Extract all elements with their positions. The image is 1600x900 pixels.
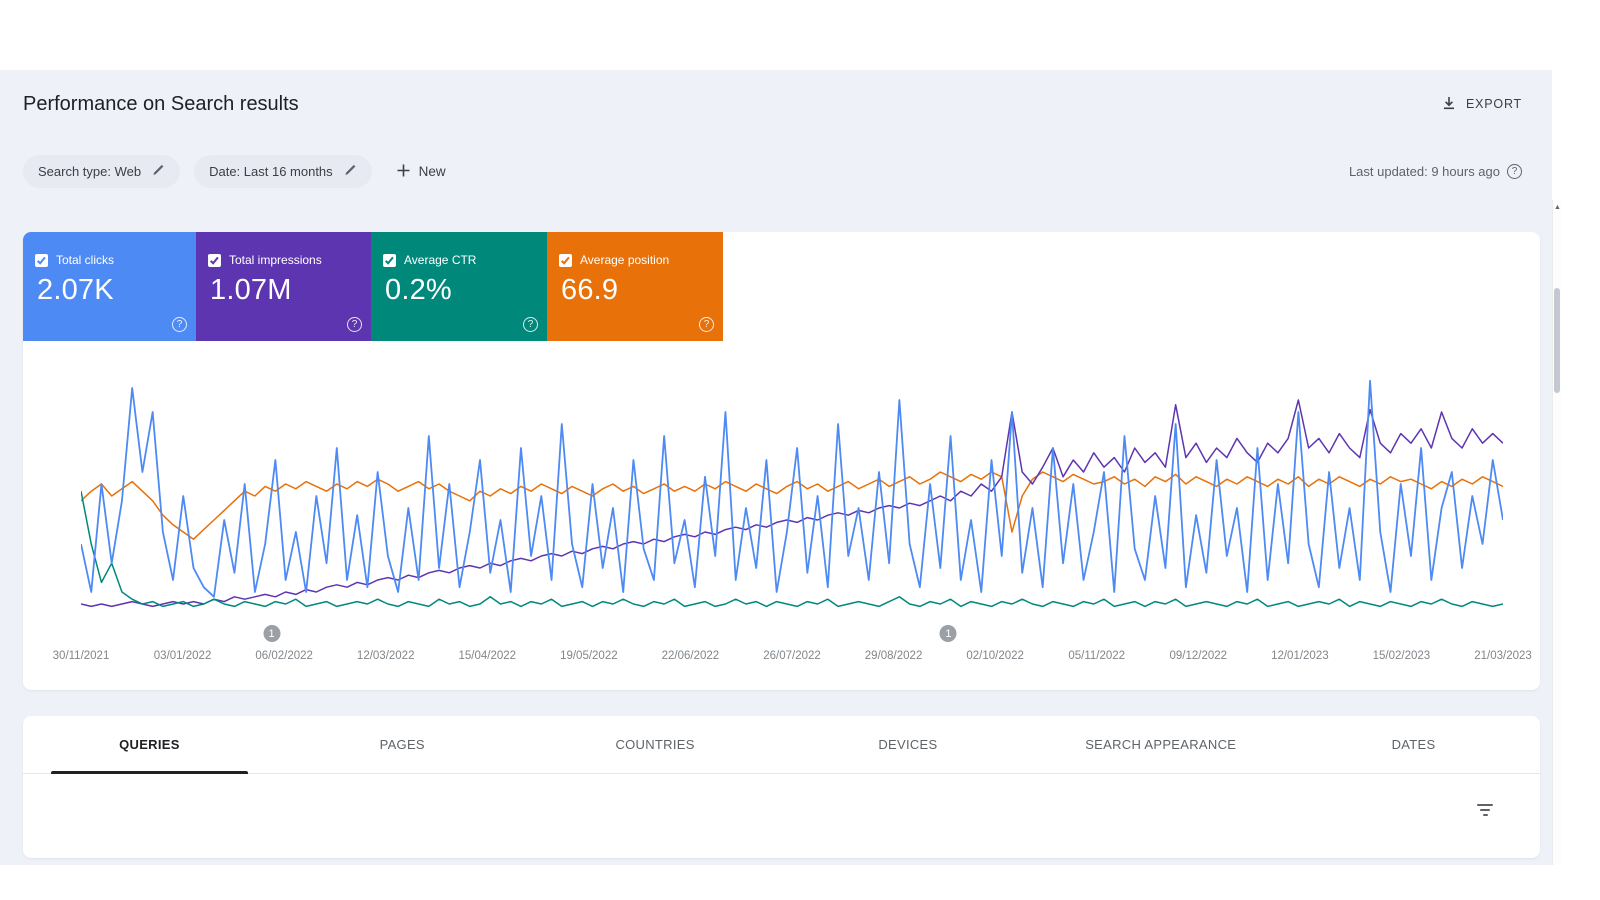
date-range-chip-label: Date: Last 16 months bbox=[209, 164, 333, 179]
new-filter-button[interactable]: New bbox=[396, 163, 446, 181]
metric-checkbox[interactable] bbox=[35, 253, 48, 267]
tab-label: DATES bbox=[1391, 737, 1436, 752]
metric-checkbox[interactable] bbox=[559, 253, 572, 267]
plus-icon bbox=[396, 163, 411, 181]
x-axis-label: 19/05/2022 bbox=[560, 650, 618, 662]
x-axis-label: 09/12/2022 bbox=[1169, 650, 1228, 662]
tab-label: DEVICES bbox=[878, 737, 938, 752]
metric-value: 66.9 bbox=[561, 274, 619, 306]
metric-card-header: Average position bbox=[559, 253, 711, 267]
x-axis-label: 06/02/2022 bbox=[255, 650, 313, 662]
metric-value: 0.2% bbox=[385, 274, 452, 306]
metric-cards-row: Total clicks 2.07K ? Total impressions 1… bbox=[23, 232, 1540, 341]
metric-label: Average CTR bbox=[404, 253, 477, 267]
x-axis-label: 12/03/2022 bbox=[356, 650, 415, 662]
x-axis-label: 15/04/2022 bbox=[458, 650, 517, 662]
scrollbar-up-arrow[interactable]: ▲ bbox=[1553, 200, 1562, 214]
last-updated: Last updated: 9 hours ago ? bbox=[1349, 164, 1522, 179]
x-axis-label: 12/01/2023 bbox=[1271, 650, 1329, 662]
x-axis-label: 22/06/2022 bbox=[661, 650, 720, 662]
search-console-performance-page: Performance on Search results EXPORT Sea… bbox=[0, 0, 1600, 900]
help-icon[interactable]: ? bbox=[172, 317, 187, 332]
main-content: Performance on Search results EXPORT Sea… bbox=[0, 70, 1552, 865]
help-icon[interactable]: ? bbox=[1507, 164, 1522, 179]
filters-row: Search type: Web Date: Last 16 months Ne… bbox=[0, 138, 1552, 188]
x-axis-labels: 30/11/2021 03/01/2022 06/02/2022 12/03/2022… bbox=[53, 650, 1532, 666]
tab-devices[interactable]: DEVICES bbox=[781, 716, 1034, 773]
chart-annotations-row: 11 bbox=[81, 625, 1503, 643]
date-range-chip[interactable]: Date: Last 16 months bbox=[194, 155, 372, 188]
edit-pencil-icon bbox=[343, 163, 357, 180]
chart-annotation-marker[interactable]: 1 bbox=[263, 625, 281, 642]
table-body-area bbox=[23, 774, 1540, 857]
help-icon[interactable]: ? bbox=[699, 317, 714, 332]
tab-queries[interactable]: QUERIES bbox=[23, 716, 276, 774]
metric-card-header: Total clicks bbox=[35, 253, 184, 267]
metric-label: Total clicks bbox=[56, 253, 115, 267]
tab-label: PAGES bbox=[379, 737, 425, 752]
dimensions-table-card: QUERIES PAGES COUNTRIES DEVICES SEARCH A… bbox=[23, 716, 1540, 858]
tab-dates[interactable]: DATES bbox=[1287, 716, 1540, 773]
x-axis-label: 30/11/2021 bbox=[52, 650, 110, 662]
x-axis-label: 26/07/2022 bbox=[763, 650, 821, 662]
new-filter-label: New bbox=[418, 164, 446, 179]
tab-label: SEARCH APPEARANCE bbox=[1085, 737, 1237, 752]
total-impressions-line bbox=[81, 399, 1503, 608]
metric-value: 1.07M bbox=[210, 274, 292, 306]
chart-annotation-marker[interactable]: 1 bbox=[939, 625, 957, 642]
x-axis-label: 21/03/2023 bbox=[1474, 650, 1532, 662]
tab-countries[interactable]: COUNTRIES bbox=[529, 716, 782, 773]
performance-chart-plot[interactable] bbox=[81, 371, 1503, 621]
tab-pages[interactable]: PAGES bbox=[276, 716, 529, 773]
metric-card-total-clicks[interactable]: Total clicks 2.07K ? bbox=[23, 232, 196, 341]
scrollbar-thumb[interactable] bbox=[1553, 288, 1560, 393]
download-icon bbox=[1441, 95, 1457, 114]
export-button[interactable]: EXPORT bbox=[1441, 95, 1522, 114]
metric-value: 2.07K bbox=[37, 274, 114, 306]
metric-card-average-ctr[interactable]: Average CTR 0.2% ? bbox=[371, 232, 547, 341]
tab-label: QUERIES bbox=[119, 737, 180, 752]
edit-pencil-icon bbox=[151, 163, 165, 180]
search-type-chip-label: Search type: Web bbox=[38, 164, 142, 179]
tab-label: COUNTRIES bbox=[615, 737, 695, 752]
help-icon[interactable]: ? bbox=[523, 317, 538, 332]
page-header: Performance on Search results EXPORT bbox=[0, 70, 1552, 138]
metric-checkbox[interactable] bbox=[208, 253, 221, 267]
page-title: Performance on Search results bbox=[23, 92, 299, 115]
metric-card-average-position[interactable]: Average position 66.9 ? bbox=[547, 232, 723, 341]
metric-label: Average position bbox=[580, 253, 670, 267]
dimension-tabs: QUERIES PAGES COUNTRIES DEVICES SEARCH A… bbox=[23, 716, 1540, 774]
performance-chart-card: Total clicks 2.07K ? Total impressions 1… bbox=[23, 232, 1540, 690]
x-axis-label: 03/01/2022 bbox=[153, 650, 212, 662]
tab-search-appearance[interactable]: SEARCH APPEARANCE bbox=[1034, 716, 1287, 773]
metric-label: Total impressions bbox=[229, 253, 322, 267]
metric-checkbox[interactable] bbox=[383, 253, 396, 267]
x-axis-label: 29/08/2022 bbox=[864, 650, 923, 662]
search-type-chip[interactable]: Search type: Web bbox=[23, 155, 181, 188]
performance-chart bbox=[81, 379, 1503, 608]
filter-list-icon[interactable] bbox=[1476, 804, 1494, 818]
last-updated-text: Last updated: 9 hours ago bbox=[1348, 164, 1500, 179]
export-label: EXPORT bbox=[1466, 97, 1522, 111]
metric-card-header: Average CTR bbox=[383, 253, 535, 267]
x-axis-label: 02/10/2022 bbox=[966, 650, 1024, 662]
x-axis-label: 05/11/2022 bbox=[1068, 650, 1126, 662]
help-icon[interactable]: ? bbox=[347, 317, 362, 332]
metric-card-total-impressions[interactable]: Total impressions 1.07M ? bbox=[196, 232, 371, 341]
x-axis-label: 15/02/2023 bbox=[1372, 650, 1431, 662]
metric-card-header: Total impressions bbox=[208, 253, 359, 267]
